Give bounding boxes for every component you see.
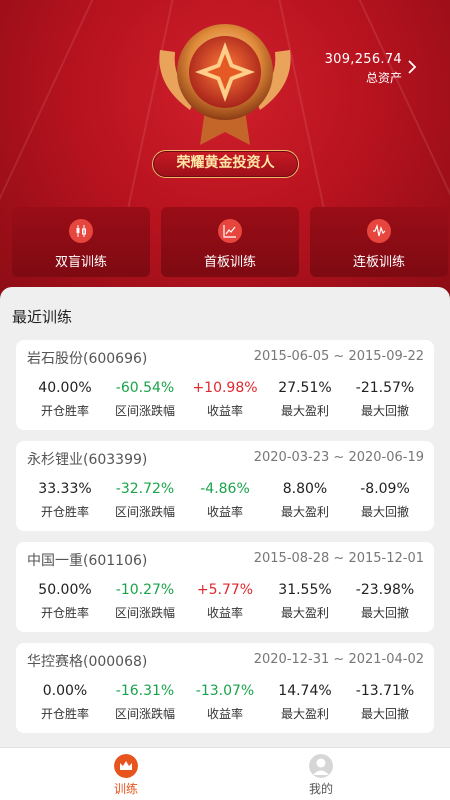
training-record-card[interactable]: 华控赛格(000068) 2020-12-31 ~ 2021-04-02 0.00%… bbox=[16, 643, 434, 733]
stat-cell: 14.74% 最大盈利 bbox=[265, 683, 345, 722]
training-record-card[interactable]: 永杉锂业(603399) 2020-03-23 ~ 2020-06-19 33.33… bbox=[16, 441, 434, 531]
mode-card-consecutive-board[interactable]: 连板训练 bbox=[310, 207, 448, 277]
stat-label: 开仓胜率 bbox=[40, 505, 89, 519]
stat-label: 最大盈利 bbox=[280, 404, 329, 418]
stat-value: 33.33% bbox=[38, 481, 92, 497]
stock-name: 永杉锂业(603399) bbox=[27, 452, 148, 468]
total-asset-value: 309,256.74 bbox=[324, 52, 402, 67]
stock-name: 华控赛格(000068) bbox=[27, 654, 148, 670]
stat-value: +10.98% bbox=[192, 380, 258, 396]
stat-label: 最大盈利 bbox=[280, 707, 329, 721]
stat-value: +5.77% bbox=[196, 582, 254, 598]
stock-name: 岩石股份(600696) bbox=[27, 351, 148, 367]
stat-value: -13.07% bbox=[195, 683, 255, 699]
date-range: 2015-08-28 ~ 2015-12-01 bbox=[253, 551, 424, 566]
stat-cell: -16.31% 区间涨跌幅 bbox=[105, 683, 185, 722]
stat-cell: -21.57% 最大回撤 bbox=[345, 380, 425, 419]
stat-value: -23.98% bbox=[355, 582, 415, 598]
stat-label: 收益率 bbox=[206, 707, 243, 721]
training-record-card[interactable]: 岩石股份(600696) 2015-06-05 ~ 2015-09-22 40.00… bbox=[16, 340, 434, 430]
stock-name: 中国一重(601106) bbox=[27, 553, 148, 569]
user-avatar-icon bbox=[309, 754, 333, 778]
bottom-tab-bar: 训练 我的 bbox=[0, 747, 450, 800]
stat-cell: 0.00% 开仓胜率 bbox=[25, 683, 105, 722]
stat-value: 31.55% bbox=[278, 582, 332, 598]
date-range: 2015-06-05 ~ 2015-09-22 bbox=[253, 349, 424, 364]
stat-cell: -13.71% 最大回撤 bbox=[345, 683, 425, 722]
stat-label: 收益率 bbox=[206, 505, 243, 519]
stat-value: 50.00% bbox=[38, 582, 92, 598]
stat-label: 收益率 bbox=[206, 404, 243, 418]
stat-label: 开仓胜率 bbox=[40, 404, 89, 418]
stat-value: -10.27% bbox=[115, 582, 175, 598]
stat-cell: -32.72% 区间涨跌幅 bbox=[105, 481, 185, 520]
mode-card-double-blind[interactable]: 双盲训练 bbox=[12, 207, 150, 277]
medal-badge-icon bbox=[159, 24, 291, 145]
tab-train-label: 训练 bbox=[113, 782, 138, 796]
stat-cell: 50.00% 开仓胜率 bbox=[25, 582, 105, 621]
stat-value: 40.00% bbox=[38, 380, 92, 396]
stat-cell: -60.54% 区间涨跌幅 bbox=[105, 380, 185, 419]
line-chart-icon bbox=[218, 219, 242, 243]
stat-label: 最大回撤 bbox=[360, 606, 409, 620]
candlestick-icon bbox=[69, 219, 93, 243]
stat-label: 最大盈利 bbox=[280, 606, 329, 620]
stat-cell: -8.09% 最大回撤 bbox=[345, 481, 425, 520]
stat-value: 14.74% bbox=[278, 683, 332, 699]
stat-label: 区间涨跌幅 bbox=[114, 404, 175, 418]
tab-mine-label: 我的 bbox=[308, 782, 333, 796]
stat-cell: 33.33% 开仓胜率 bbox=[25, 481, 105, 520]
mode-label: 双盲训练 bbox=[54, 255, 107, 270]
stat-cell: 27.51% 最大盈利 bbox=[265, 380, 345, 419]
wave-icon bbox=[367, 219, 391, 243]
total-asset[interactable]: 309,256.74 总资产 bbox=[325, 52, 402, 86]
tab-train[interactable]: 训练 bbox=[66, 748, 186, 800]
stat-label: 区间涨跌幅 bbox=[114, 606, 175, 620]
stat-value: 27.51% bbox=[278, 380, 332, 396]
stat-value: -13.71% bbox=[355, 683, 415, 699]
stat-label: 区间涨跌幅 bbox=[114, 505, 175, 519]
mode-label: 首板训练 bbox=[203, 255, 256, 270]
stat-value: -32.72% bbox=[115, 481, 175, 497]
chevron-right-icon[interactable] bbox=[404, 58, 420, 76]
stat-label: 开仓胜率 bbox=[40, 707, 89, 721]
total-asset-label: 总资产 bbox=[365, 71, 402, 85]
tab-mine[interactable]: 我的 bbox=[261, 748, 381, 800]
stat-label: 收益率 bbox=[206, 606, 243, 620]
mode-card-first-board[interactable]: 首板训练 bbox=[161, 207, 299, 277]
stat-label: 最大回撤 bbox=[360, 505, 409, 519]
stat-label: 最大回撤 bbox=[360, 707, 409, 721]
section-title: 最近训练 bbox=[12, 308, 73, 326]
stat-label: 开仓胜率 bbox=[40, 606, 89, 620]
stat-cell: 31.55% 最大盈利 bbox=[265, 582, 345, 621]
stat-value: 0.00% bbox=[42, 683, 88, 699]
stat-cell: +5.77% 收益率 bbox=[185, 582, 265, 621]
date-range: 2020-12-31 ~ 2021-04-02 bbox=[253, 652, 424, 667]
stat-value: -16.31% bbox=[115, 683, 175, 699]
stat-cell: 40.00% 开仓胜率 bbox=[25, 380, 105, 419]
stat-label: 最大回撤 bbox=[360, 404, 409, 418]
training-record-card[interactable]: 中国一重(601106) 2015-08-28 ~ 2015-12-01 50.00… bbox=[16, 542, 434, 632]
stat-cell: +10.98% 收益率 bbox=[185, 380, 265, 419]
date-range: 2020-03-23 ~ 2020-06-19 bbox=[253, 450, 424, 465]
crown-icon bbox=[114, 754, 138, 778]
stat-value: -4.86% bbox=[200, 481, 250, 497]
stat-value: -60.54% bbox=[115, 380, 175, 396]
stat-label: 区间涨跌幅 bbox=[114, 707, 175, 721]
stat-cell: -10.27% 区间涨跌幅 bbox=[105, 582, 185, 621]
stat-value: -21.57% bbox=[355, 380, 415, 396]
stat-cell: -4.86% 收益率 bbox=[185, 481, 265, 520]
stat-value: 8.80% bbox=[282, 481, 328, 497]
stat-label: 最大盈利 bbox=[280, 505, 329, 519]
stat-cell: -23.98% 最大回撤 bbox=[345, 582, 425, 621]
stat-cell: 8.80% 最大盈利 bbox=[265, 481, 345, 520]
stat-cell: -13.07% 收益率 bbox=[185, 683, 265, 722]
level-title-badge: 荣耀黄金投资人 bbox=[152, 150, 299, 178]
stat-value: -8.09% bbox=[360, 481, 410, 497]
mode-label: 连板训练 bbox=[352, 255, 405, 270]
